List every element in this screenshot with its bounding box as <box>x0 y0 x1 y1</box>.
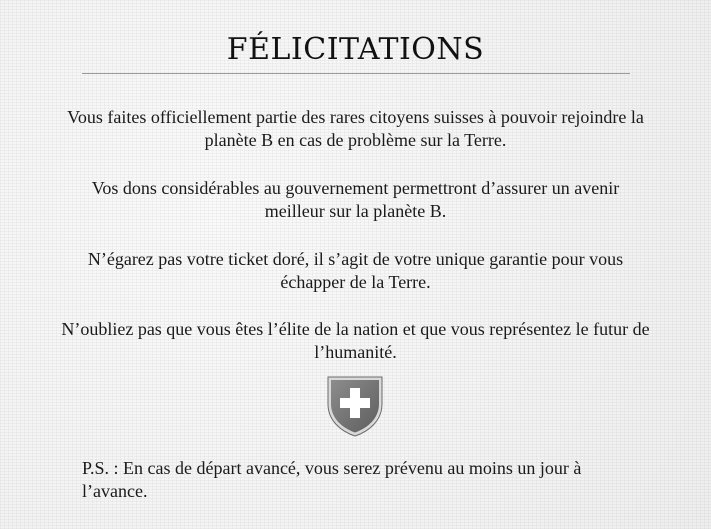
paragraph-2: Vos dons considérables au gouvernement p… <box>91 178 620 221</box>
page-title: FÉLICITATIONS <box>226 32 485 67</box>
swiss-coat-of-arms-icon <box>325 374 385 438</box>
title-divider <box>82 73 630 74</box>
paragraph-3: N’égarez pas votre ticket doré, il s’agi… <box>87 249 624 292</box>
paragraph-1: Vous faites officiellement partie des ra… <box>67 107 644 150</box>
letter-page: FÉLICITATIONS Vous faites officiellement… <box>0 0 711 529</box>
paragraph-4: N’oubliez pas que vous êtes l’élite de l… <box>61 319 650 362</box>
postscript: P.S. : En cas de départ avancé, vous ser… <box>82 458 582 501</box>
